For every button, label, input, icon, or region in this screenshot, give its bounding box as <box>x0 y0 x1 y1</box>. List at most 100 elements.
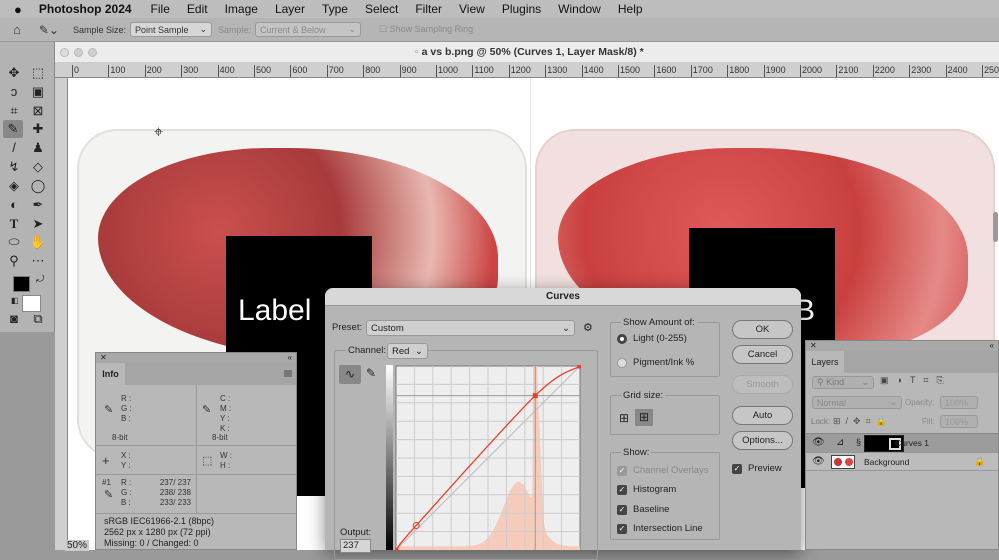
xy-labels: X :Y : <box>121 451 131 471</box>
preset-value: Custom <box>371 322 404 334</box>
ellipse-tool-icon[interactable]: ⬭ <box>4 233 24 251</box>
visibility-eye-icon[interactable]: 👁 <box>812 456 825 467</box>
stamp-tool-icon[interactable]: ♟ <box>28 139 48 157</box>
more-tools-icon[interactable]: ⋯ <box>28 252 48 270</box>
sample-size-select[interactable]: Point Sample ⌄ <box>130 22 212 37</box>
opacity-field[interactable]: 100% <box>940 396 978 409</box>
info-tab[interactable]: Info <box>96 363 125 385</box>
marquee-tool-icon[interactable]: ⬚ <box>28 64 48 82</box>
menu-edit[interactable]: Edit <box>187 2 208 16</box>
detailed-grid-icon[interactable]: ⊞ <box>635 409 653 426</box>
crop-tool-icon[interactable]: ⌗ <box>4 102 24 120</box>
app-menu[interactable]: Photoshop 2024 <box>39 2 132 16</box>
auto-button[interactable]: Auto <box>732 406 793 425</box>
channel-select[interactable]: Red ⌄ <box>387 343 428 359</box>
eraser-tool-icon[interactable]: ◇ <box>28 158 48 176</box>
pigment-radio[interactable]: Pigment/Ink % <box>617 357 694 368</box>
menu-view[interactable]: View <box>459 2 485 16</box>
channel-overlays-checkbox[interactable]: ✓ Channel Overlays <box>617 465 709 476</box>
layer-name: Background <box>864 457 910 467</box>
close-window-button[interactable] <box>60 48 69 57</box>
paint-bucket-icon[interactable]: ◈ <box>4 177 24 195</box>
menu-type[interactable]: Type <box>322 2 348 16</box>
type-tool-icon[interactable]: T <box>4 215 24 233</box>
lock-icons[interactable]: ⊞/✥⌗🔒 <box>833 416 892 427</box>
menu-help[interactable]: Help <box>618 2 643 16</box>
screen-mode-icon[interactable]: ⧉ <box>28 310 48 328</box>
curve-point-tool-icon[interactable]: ∿ <box>339 365 361 384</box>
horizontal-ruler[interactable]: 0 100 200 300 400 500 600 700 800 900 1000 1100 1200… <box>55 63 999 78</box>
zoom-tool-icon[interactable]: ⚲ <box>4 252 24 270</box>
frame-tool-icon[interactable]: ⊠ <box>28 102 48 120</box>
pencil-tool-icon[interactable]: ✎ <box>366 366 376 380</box>
sampling-ring-checkbox[interactable]: ☐ Show Sampling Ring <box>379 24 473 35</box>
swap-colors-icon[interactable]: ⤾ <box>36 274 44 285</box>
intersection-line-checkbox[interactable]: ✓ Intersection Line <box>617 523 703 534</box>
vertical-ruler[interactable] <box>55 78 68 550</box>
path-select-icon[interactable]: ➤ <box>28 215 48 233</box>
history-brush-icon[interactable]: ↯ <box>4 158 24 176</box>
menu-select[interactable]: Select <box>365 2 398 16</box>
object-select-tool-icon[interactable]: ▣ <box>28 83 48 101</box>
menu-filter[interactable]: Filter <box>415 2 442 16</box>
baseline-checkbox[interactable]: ✓ Baseline <box>617 504 669 515</box>
layers-tab[interactable]: Layers <box>806 351 844 373</box>
curve-point <box>395 547 399 551</box>
visibility-eye-icon[interactable]: 👁 <box>812 437 825 448</box>
layer-thumbnail <box>831 455 855 469</box>
layer-row-background[interactable]: 👁 Background 🔒 <box>806 452 998 471</box>
sample-select[interactable]: Current & Below ⌄ <box>255 22 362 37</box>
eyedropper-tool-icon[interactable]: ✎ <box>3 120 23 138</box>
cancel-button[interactable]: Cancel <box>732 345 793 364</box>
zoom-level[interactable]: 50% <box>65 540 90 551</box>
eyedropper-tool-icon[interactable]: ✎⌄ <box>39 23 59 37</box>
collapse-panel-icon[interactable]: « <box>288 353 292 363</box>
dodge-tool-icon[interactable]: ◐ <box>4 196 24 214</box>
preview-checkbox[interactable]: ✓ Preview <box>732 463 782 474</box>
ok-button[interactable]: OK <box>732 320 793 339</box>
default-colors-icon[interactable]: ◧ <box>11 296 19 305</box>
baseline-label: Baseline <box>633 504 670 515</box>
layer-filter-icons[interactable]: ▣◑T⌗⎘ <box>880 375 952 386</box>
foreground-color-swatch[interactable] <box>13 276 30 292</box>
blur-tool-icon[interactable]: ◯ <box>28 177 48 195</box>
menu-file[interactable]: File <box>151 2 170 16</box>
m-label: M : <box>220 404 232 413</box>
output-field[interactable]: 237 <box>340 539 371 553</box>
home-icon[interactable]: ⌂ <box>13 22 21 37</box>
close-panel-icon[interactable]: ✕ <box>810 341 817 351</box>
ruler-tick-label: 1200 <box>508 65 531 77</box>
pen-tool-icon[interactable]: ✒ <box>28 196 48 214</box>
menu-window[interactable]: Window <box>558 2 601 16</box>
filter-kind-select[interactable]: ⚲ Kind ⌄ <box>812 376 874 389</box>
simple-grid-icon[interactable]: ⊞ <box>619 411 629 425</box>
hand-tool-icon[interactable]: ✋ <box>28 233 48 251</box>
options-button[interactable]: Options... <box>732 431 793 450</box>
lasso-tool-icon[interactable]: ↄ <box>4 83 24 101</box>
menu-layer[interactable]: Layer <box>275 2 305 16</box>
layer-row-curves[interactable]: 👁 ⊿ § Curves 1 <box>806 433 998 452</box>
menu-plugins[interactable]: Plugins <box>502 2 541 16</box>
collapse-panel-icon[interactable]: « <box>990 341 994 351</box>
blend-mode-select[interactable]: Normal ⌄ <box>812 396 902 409</box>
preset-select[interactable]: Custom ⌄ <box>366 320 575 336</box>
close-panel-icon[interactable]: ✕ <box>100 353 107 363</box>
zoom-window-button[interactable] <box>88 48 97 57</box>
menu-image[interactable]: Image <box>225 2 258 16</box>
ruler-tick-label: 1300 <box>545 65 567 77</box>
light-radio[interactable]: Light (0-255) <box>617 333 687 344</box>
preset-options-gear-icon[interactable]: ⚙ <box>583 321 593 334</box>
minimize-window-button[interactable] <box>74 48 83 57</box>
brush-tool-icon[interactable]: / <box>4 139 24 157</box>
fill-field[interactable]: 100% <box>940 415 978 428</box>
panel-menu-icon[interactable] <box>284 370 292 377</box>
healing-brush-icon[interactable]: ✚ <box>28 120 48 138</box>
smooth-button[interactable]: Smooth <box>732 375 793 394</box>
vertical-scrollbar[interactable] <box>993 212 998 242</box>
link-icon[interactable]: § <box>856 437 861 447</box>
apple-icon[interactable]: ● <box>14 2 22 17</box>
quick-mask-icon[interactable]: ◙ <box>4 310 24 328</box>
histogram-checkbox[interactable]: ✓ Histogram <box>617 484 676 495</box>
curve-graph[interactable] <box>395 365 581 551</box>
move-tool-icon[interactable]: ✥ <box>4 64 24 82</box>
